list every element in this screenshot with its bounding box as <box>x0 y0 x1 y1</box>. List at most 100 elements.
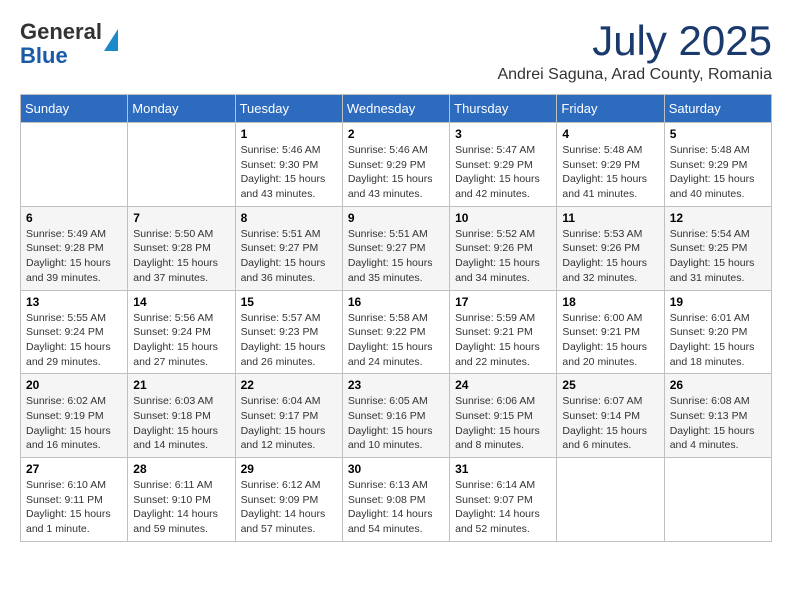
day-info: Sunrise: 5:52 AM Sunset: 9:26 PM Dayligh… <box>455 227 551 286</box>
day-number: 15 <box>241 295 337 309</box>
day-info: Sunrise: 5:48 AM Sunset: 9:29 PM Dayligh… <box>562 143 658 202</box>
location-subtitle: Andrei Saguna, Arad County, Romania <box>497 66 772 84</box>
weekday-header-row: SundayMondayTuesdayWednesdayThursdayFrid… <box>21 95 772 123</box>
weekday-header: Tuesday <box>235 95 342 123</box>
day-number: 3 <box>455 127 551 141</box>
day-number: 12 <box>670 211 766 225</box>
day-number: 4 <box>562 127 658 141</box>
calendar-day-cell: 6 Sunrise: 5:49 AM Sunset: 9:28 PM Daylig… <box>21 206 128 290</box>
day-number: 2 <box>348 127 444 141</box>
day-number: 22 <box>241 378 337 392</box>
day-number: 26 <box>670 378 766 392</box>
calendar-day-cell: 21Sunrise: 6:03 AM Sunset: 9:18 PM Dayli… <box>128 374 235 458</box>
day-number: 13 <box>26 295 122 309</box>
day-info: Sunrise: 6:05 AM Sunset: 9:16 PM Dayligh… <box>348 394 444 453</box>
day-number: 8 <box>241 211 337 225</box>
day-info: Sunrise: 6:14 AM Sunset: 9:07 PM Dayligh… <box>455 478 551 537</box>
calendar-day-cell: 12 Sunrise: 5:54 AM Sunset: 9:25 PM Dayli… <box>664 206 771 290</box>
day-info: Sunrise: 5:57 AM Sunset: 9:23 PM Dayligh… <box>241 311 337 370</box>
calendar-day-cell: 23 Sunrise: 6:05 AM Sunset: 9:16 PM Dayli… <box>342 374 449 458</box>
weekday-header: Saturday <box>664 95 771 123</box>
calendar-day-cell: 5Sunrise: 5:48 AM Sunset: 9:29 PM Daylig… <box>664 123 771 207</box>
calendar-day-cell: 11 Sunrise: 5:53 AM Sunset: 9:26 PM Dayli… <box>557 206 664 290</box>
day-info: Sunrise: 6:06 AM Sunset: 9:15 PM Dayligh… <box>455 394 551 453</box>
calendar-day-cell: 8 Sunrise: 5:51 AM Sunset: 9:27 PM Daylig… <box>235 206 342 290</box>
day-number: 23 <box>348 378 444 392</box>
calendar-day-cell: 20Sunrise: 6:02 AM Sunset: 9:19 PM Dayli… <box>21 374 128 458</box>
day-number: 20 <box>26 378 122 392</box>
page-header: General Blue July 2025 Andrei Saguna, Ar… <box>20 20 772 84</box>
logo-text: General Blue <box>20 20 102 68</box>
calendar-day-cell: 25 Sunrise: 6:07 AM Sunset: 9:14 PM Dayli… <box>557 374 664 458</box>
logo: General Blue <box>20 20 118 68</box>
calendar-day-cell <box>664 458 771 542</box>
calendar-day-cell: 1 Sunrise: 5:46 AM Sunset: 9:30 PM Daylig… <box>235 123 342 207</box>
day-info: Sunrise: 5:51 AM Sunset: 9:27 PM Dayligh… <box>241 227 337 286</box>
calendar-day-cell: 16 Sunrise: 5:58 AM Sunset: 9:22 PM Dayli… <box>342 290 449 374</box>
calendar-day-cell: 31Sunrise: 6:14 AM Sunset: 9:07 PM Dayli… <box>450 458 557 542</box>
calendar-day-cell: 30Sunrise: 6:13 AM Sunset: 9:08 PM Dayli… <box>342 458 449 542</box>
day-info: Sunrise: 6:11 AM Sunset: 9:10 PM Dayligh… <box>133 478 229 537</box>
day-number: 17 <box>455 295 551 309</box>
day-info: Sunrise: 6:00 AM Sunset: 9:21 PM Dayligh… <box>562 311 658 370</box>
day-number: 29 <box>241 462 337 476</box>
day-number: 24 <box>455 378 551 392</box>
calendar-day-cell: 27 Sunrise: 6:10 AM Sunset: 9:11 PM Dayli… <box>21 458 128 542</box>
calendar-week-row: 27 Sunrise: 6:10 AM Sunset: 9:11 PM Dayli… <box>21 458 772 542</box>
calendar-day-cell: 29 Sunrise: 6:12 AM Sunset: 9:09 PM Dayli… <box>235 458 342 542</box>
day-info: Sunrise: 5:59 AM Sunset: 9:21 PM Dayligh… <box>455 311 551 370</box>
day-number: 21 <box>133 378 229 392</box>
calendar-day-cell: 26 Sunrise: 6:08 AM Sunset: 9:13 PM Dayli… <box>664 374 771 458</box>
day-number: 18 <box>562 295 658 309</box>
day-number: 1 <box>241 127 337 141</box>
day-info: Sunrise: 6:08 AM Sunset: 9:13 PM Dayligh… <box>670 394 766 453</box>
day-info: Sunrise: 6:12 AM Sunset: 9:09 PM Dayligh… <box>241 478 337 537</box>
day-number: 6 <box>26 211 122 225</box>
calendar-day-cell: 14 Sunrise: 5:56 AM Sunset: 9:24 PM Dayli… <box>128 290 235 374</box>
month-title: July 2025 <box>497 20 772 62</box>
calendar-day-cell <box>128 123 235 207</box>
day-number: 19 <box>670 295 766 309</box>
day-info: Sunrise: 5:58 AM Sunset: 9:22 PM Dayligh… <box>348 311 444 370</box>
calendar-day-cell <box>21 123 128 207</box>
day-number: 14 <box>133 295 229 309</box>
day-info: Sunrise: 6:01 AM Sunset: 9:20 PM Dayligh… <box>670 311 766 370</box>
calendar-day-cell: 2 Sunrise: 5:46 AM Sunset: 9:29 PM Daylig… <box>342 123 449 207</box>
calendar-day-cell: 13 Sunrise: 5:55 AM Sunset: 9:24 PM Dayli… <box>21 290 128 374</box>
day-number: 25 <box>562 378 658 392</box>
calendar-day-cell: 17 Sunrise: 5:59 AM Sunset: 9:21 PM Dayli… <box>450 290 557 374</box>
day-number: 5 <box>670 127 766 141</box>
day-info: Sunrise: 5:54 AM Sunset: 9:25 PM Dayligh… <box>670 227 766 286</box>
calendar-day-cell: 3 Sunrise: 5:47 AM Sunset: 9:29 PM Daylig… <box>450 123 557 207</box>
day-info: Sunrise: 5:50 AM Sunset: 9:28 PM Dayligh… <box>133 227 229 286</box>
day-info: Sunrise: 5:46 AM Sunset: 9:29 PM Dayligh… <box>348 143 444 202</box>
calendar-table: SundayMondayTuesdayWednesdayThursdayFrid… <box>20 94 772 542</box>
day-info: Sunrise: 5:49 AM Sunset: 9:28 PM Dayligh… <box>26 227 122 286</box>
weekday-header: Thursday <box>450 95 557 123</box>
day-number: 7 <box>133 211 229 225</box>
day-number: 10 <box>455 211 551 225</box>
weekday-header: Wednesday <box>342 95 449 123</box>
day-info: Sunrise: 6:10 AM Sunset: 9:11 PM Dayligh… <box>26 478 122 537</box>
day-number: 27 <box>26 462 122 476</box>
calendar-day-cell: 10 Sunrise: 5:52 AM Sunset: 9:26 PM Dayli… <box>450 206 557 290</box>
day-number: 30 <box>348 462 444 476</box>
calendar-week-row: 20Sunrise: 6:02 AM Sunset: 9:19 PM Dayli… <box>21 374 772 458</box>
day-info: Sunrise: 5:55 AM Sunset: 9:24 PM Dayligh… <box>26 311 122 370</box>
calendar-day-cell: 7 Sunrise: 5:50 AM Sunset: 9:28 PM Daylig… <box>128 206 235 290</box>
calendar-day-cell: 19 Sunrise: 6:01 AM Sunset: 9:20 PM Dayli… <box>664 290 771 374</box>
day-info: Sunrise: 6:07 AM Sunset: 9:14 PM Dayligh… <box>562 394 658 453</box>
day-info: Sunrise: 5:46 AM Sunset: 9:30 PM Dayligh… <box>241 143 337 202</box>
day-info: Sunrise: 5:56 AM Sunset: 9:24 PM Dayligh… <box>133 311 229 370</box>
logo-icon <box>104 29 118 51</box>
calendar-week-row: 13 Sunrise: 5:55 AM Sunset: 9:24 PM Dayli… <box>21 290 772 374</box>
calendar-week-row: 6 Sunrise: 5:49 AM Sunset: 9:28 PM Daylig… <box>21 206 772 290</box>
calendar-day-cell: 18 Sunrise: 6:00 AM Sunset: 9:21 PM Dayli… <box>557 290 664 374</box>
calendar-day-cell: 24 Sunrise: 6:06 AM Sunset: 9:15 PM Dayli… <box>450 374 557 458</box>
weekday-header: Sunday <box>21 95 128 123</box>
day-info: Sunrise: 5:47 AM Sunset: 9:29 PM Dayligh… <box>455 143 551 202</box>
day-number: 16 <box>348 295 444 309</box>
day-number: 11 <box>562 211 658 225</box>
day-info: Sunrise: 5:51 AM Sunset: 9:27 PM Dayligh… <box>348 227 444 286</box>
day-info: Sunrise: 5:53 AM Sunset: 9:26 PM Dayligh… <box>562 227 658 286</box>
